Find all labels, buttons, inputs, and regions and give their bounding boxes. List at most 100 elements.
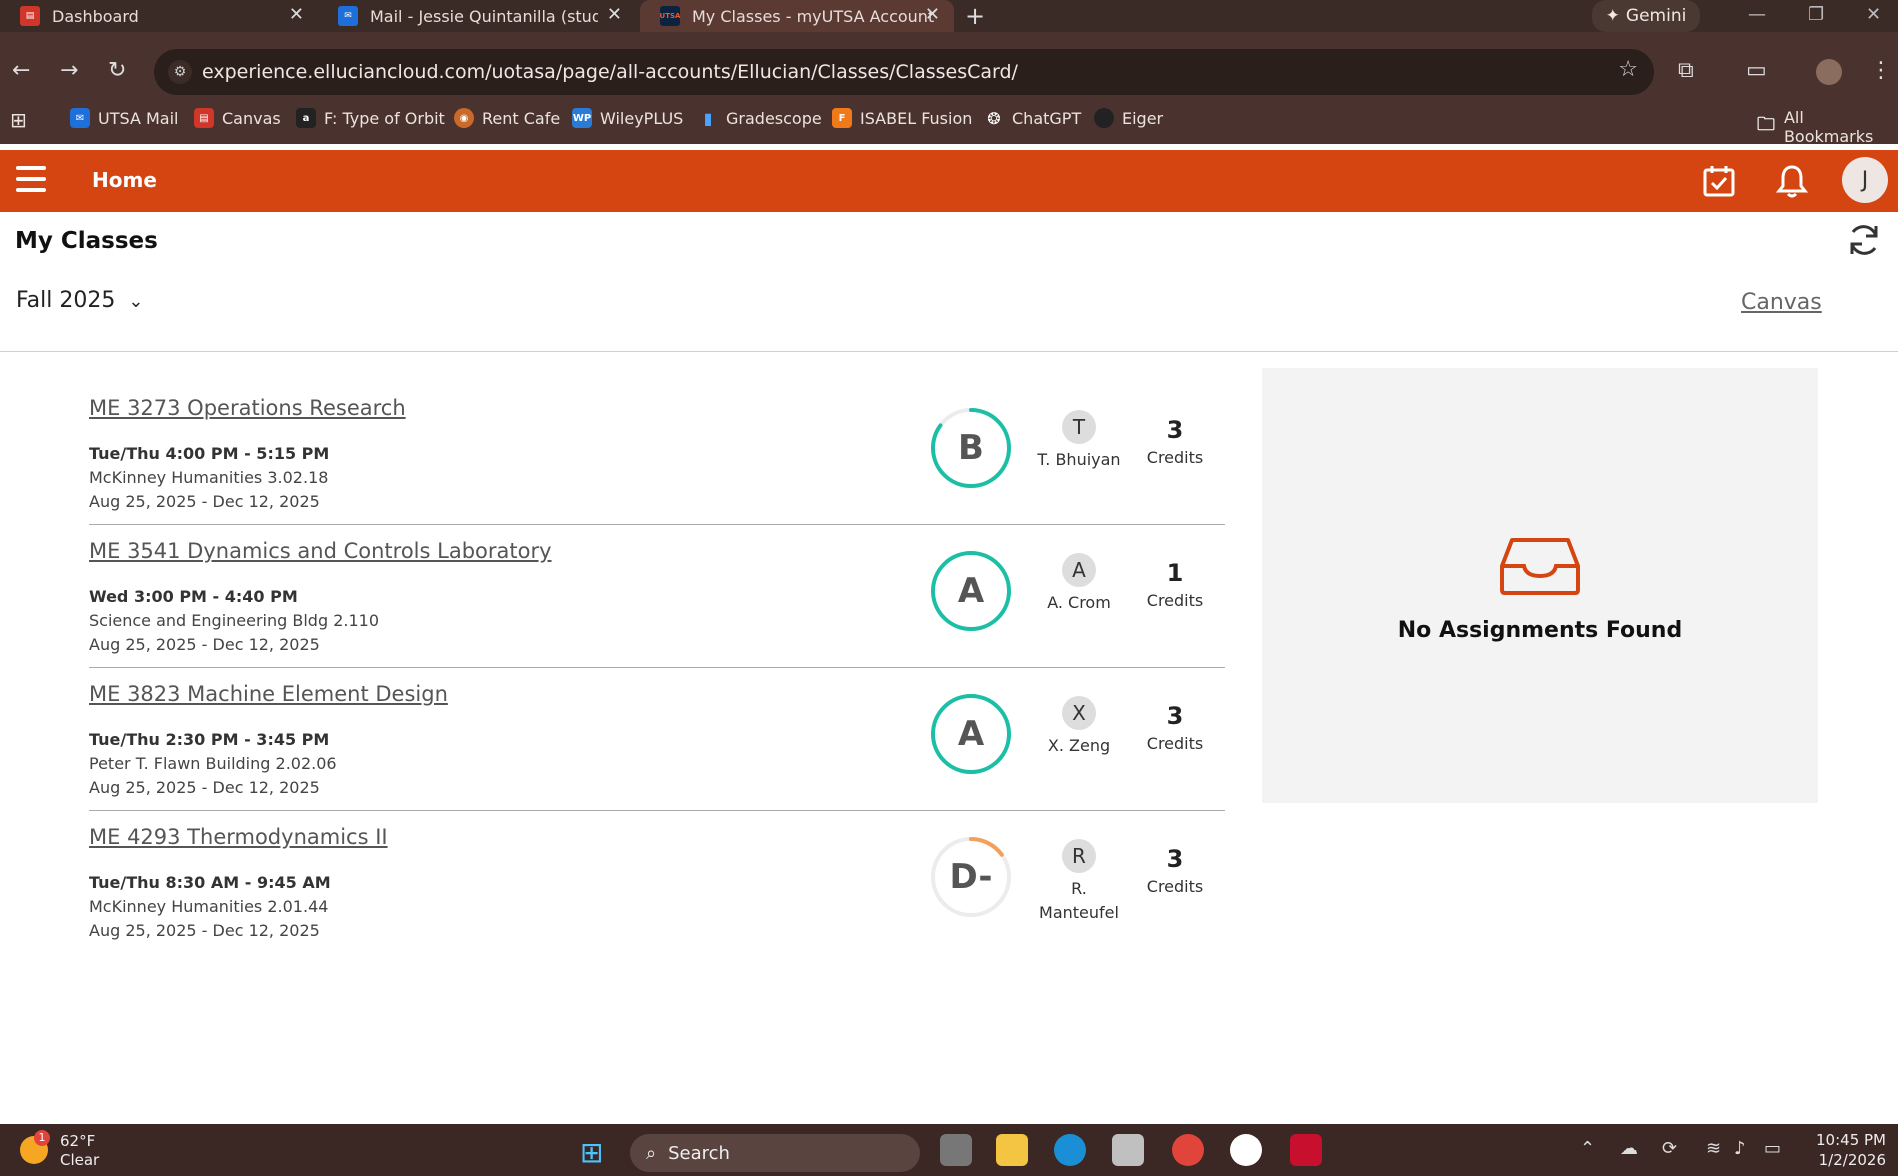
instructor[interactable]: R R. Manteufel bbox=[1029, 839, 1129, 925]
calendar-check-icon[interactable] bbox=[1702, 164, 1736, 198]
volume-icon[interactable]: ♪ bbox=[1734, 1138, 1746, 1159]
course-location: Science and Engineering Bldg 2.110 bbox=[89, 611, 380, 630]
hamburger-menu-icon[interactable] bbox=[16, 166, 46, 192]
rentcafe-icon: ◉ bbox=[454, 108, 474, 128]
new-tab-icon[interactable]: + bbox=[965, 2, 985, 30]
page-title: My Classes bbox=[15, 228, 158, 254]
course-time: Tue/Thu 2:30 PM - 3:45 PM bbox=[89, 730, 330, 749]
close-window-icon[interactable]: ✕ bbox=[1866, 4, 1881, 25]
restore-icon[interactable]: ❐ bbox=[1808, 4, 1824, 25]
slack-icon[interactable] bbox=[1230, 1134, 1262, 1166]
grade-letter: A bbox=[957, 714, 985, 754]
user-avatar[interactable]: J bbox=[1842, 157, 1888, 203]
term-selector[interactable]: Fall 2025 ⌄ bbox=[16, 288, 143, 313]
bookmark-chatgpt[interactable]: ❂ ChatGPT bbox=[984, 108, 1081, 128]
wifi-icon[interactable]: ≋ bbox=[1706, 1138, 1721, 1159]
close-tab-icon[interactable]: ✕ bbox=[607, 4, 622, 25]
chatgpt-icon: ❂ bbox=[987, 108, 1001, 128]
windows-start-icon[interactable]: ⊞ bbox=[580, 1136, 603, 1169]
instructor[interactable]: X X. Zeng bbox=[1029, 696, 1129, 758]
minimize-icon[interactable]: — bbox=[1748, 4, 1766, 25]
tab-title: My Classes - myUTSA Account bbox=[692, 6, 935, 26]
bookmark-utsa-mail[interactable]: ✉ UTSA Mail bbox=[70, 108, 178, 128]
file-explorer-icon[interactable] bbox=[996, 1134, 1028, 1166]
aws-icon: a bbox=[296, 108, 316, 128]
taskbar-search[interactable]: ⌕ Search bbox=[630, 1134, 920, 1172]
battery-icon[interactable]: ▭ bbox=[1764, 1138, 1781, 1159]
wileyplus-icon: WP bbox=[572, 108, 592, 128]
bookmark-gradescope[interactable]: ▮ Gradescope bbox=[698, 108, 822, 128]
back-icon[interactable]: ← bbox=[12, 58, 30, 83]
credits-value: 3 bbox=[1166, 845, 1184, 873]
gemini-button[interactable]: ✦ Gemini bbox=[1592, 0, 1700, 32]
gemini-label: Gemini bbox=[1625, 6, 1687, 26]
app-header: Home J bbox=[0, 150, 1898, 212]
divider bbox=[0, 351, 1898, 352]
grade-ring[interactable]: B bbox=[929, 406, 1013, 490]
instructor-avatar: A bbox=[1062, 553, 1096, 587]
tab-mail[interactable]: ✉ Mail - Jessie Quintanilla (studen ✕ bbox=[318, 0, 636, 32]
course-title-link[interactable]: ME 3823 Machine Element Design bbox=[89, 682, 448, 706]
tab-my-classes[interactable]: UTSA My Classes - myUTSA Account ✕ bbox=[640, 0, 954, 32]
onedrive-icon[interactable]: ☁ bbox=[1620, 1138, 1638, 1159]
bookmark-label: ISABEL Fusion bbox=[860, 108, 973, 128]
course-time: Tue/Thu 4:00 PM - 5:15 PM bbox=[89, 444, 330, 463]
grade-ring[interactable]: D- bbox=[929, 835, 1013, 919]
notification-bell-icon[interactable] bbox=[1776, 164, 1808, 198]
edge-icon[interactable] bbox=[1054, 1134, 1086, 1166]
profile-avatar-icon[interactable] bbox=[1816, 59, 1842, 85]
extensions-icon[interactable]: ⧉ bbox=[1678, 58, 1694, 83]
all-bookmarks-label: All Bookmarks bbox=[1783, 108, 1874, 146]
bookmark-type-of-orbit[interactable]: a F: Type of Orbit bbox=[296, 108, 445, 128]
course-title-link[interactable]: ME 3273 Operations Research bbox=[89, 396, 406, 420]
bookmark-label: WileyPLUS bbox=[600, 108, 684, 128]
bookmark-eiger[interactable]: Eiger bbox=[1094, 108, 1163, 128]
chrome-icon[interactable] bbox=[1172, 1134, 1204, 1166]
all-bookmarks[interactable]: 🗀 All Bookmarks bbox=[1756, 108, 1898, 146]
refresh-icon[interactable] bbox=[1846, 222, 1882, 258]
close-tab-icon[interactable]: ✕ bbox=[925, 4, 940, 25]
solidworks-icon[interactable] bbox=[1290, 1134, 1322, 1166]
inbox-tray-icon bbox=[1500, 538, 1580, 595]
course-location: McKinney Humanities 3.02.18 bbox=[89, 468, 329, 487]
home-link[interactable]: Home bbox=[92, 168, 157, 192]
credits-label: Credits bbox=[1146, 877, 1204, 896]
bookmark-star-icon[interactable]: ☆ bbox=[1618, 57, 1638, 82]
grade-ring[interactable]: A bbox=[929, 692, 1013, 776]
bookmark-wileyplus[interactable]: WP WileyPLUS bbox=[572, 108, 683, 128]
system-clock[interactable]: 10:45 PM 1/2/2026 bbox=[1810, 1130, 1886, 1170]
address-bar[interactable]: ⚙ experience.elluciancloud.com/uotasa/pa… bbox=[154, 49, 1654, 95]
close-tab-icon[interactable]: ✕ bbox=[289, 4, 304, 25]
sync-icon[interactable]: ⟳ bbox=[1662, 1138, 1677, 1159]
tray-overflow-icon[interactable]: ⌃ bbox=[1580, 1138, 1595, 1159]
bookmark-label: UTSA Mail bbox=[98, 108, 179, 128]
canvas-link[interactable]: Canvas bbox=[1741, 290, 1822, 315]
bookmark-label: F: Type of Orbit bbox=[324, 108, 445, 128]
menu-kebab-icon[interactable]: ⋮ bbox=[1870, 58, 1892, 83]
weather-badge: 1 bbox=[34, 1130, 50, 1146]
forward-icon[interactable]: → bbox=[60, 58, 78, 83]
cast-icon[interactable]: ▭ bbox=[1746, 58, 1767, 83]
snipping-tool-icon[interactable] bbox=[1112, 1134, 1144, 1166]
course-row: ME 3273 Operations Research Tue/Thu 4:00… bbox=[89, 382, 1225, 525]
instructor[interactable]: A A. Crom bbox=[1029, 553, 1129, 615]
reload-icon[interactable]: ↻ bbox=[108, 58, 126, 83]
bookmark-rent-cafe[interactable]: ◉ Rent Cafe bbox=[454, 108, 560, 128]
eiger-icon bbox=[1094, 108, 1114, 128]
course-title-link[interactable]: ME 4293 Thermodynamics II bbox=[89, 825, 388, 849]
instructor[interactable]: T T. Bhuiyan bbox=[1029, 410, 1129, 472]
task-view-icon[interactable] bbox=[940, 1134, 972, 1166]
course-title-link[interactable]: ME 3541 Dynamics and Controls Laboratory bbox=[89, 539, 552, 563]
weather-widget[interactable]: 1 62°F Clear bbox=[20, 1130, 100, 1170]
site-info-icon[interactable]: ⚙ bbox=[168, 60, 192, 84]
weather-condition: Clear bbox=[60, 1151, 100, 1169]
credits: 3 Credits bbox=[1135, 416, 1215, 467]
tab-title: Dashboard bbox=[52, 6, 139, 26]
tab-dashboard[interactable]: ▤ Dashboard ✕ bbox=[0, 0, 318, 32]
course-row: ME 4293 Thermodynamics II Tue/Thu 8:30 A… bbox=[89, 811, 1225, 954]
bookmark-canvas[interactable]: ▤ Canvas bbox=[194, 108, 281, 128]
credits-value: 3 bbox=[1166, 416, 1184, 444]
bookmark-isabel-fusion[interactable]: F ISABEL Fusion bbox=[832, 108, 972, 128]
grade-ring[interactable]: A bbox=[929, 549, 1013, 633]
apps-grid-icon[interactable]: ⊞ bbox=[10, 108, 27, 132]
